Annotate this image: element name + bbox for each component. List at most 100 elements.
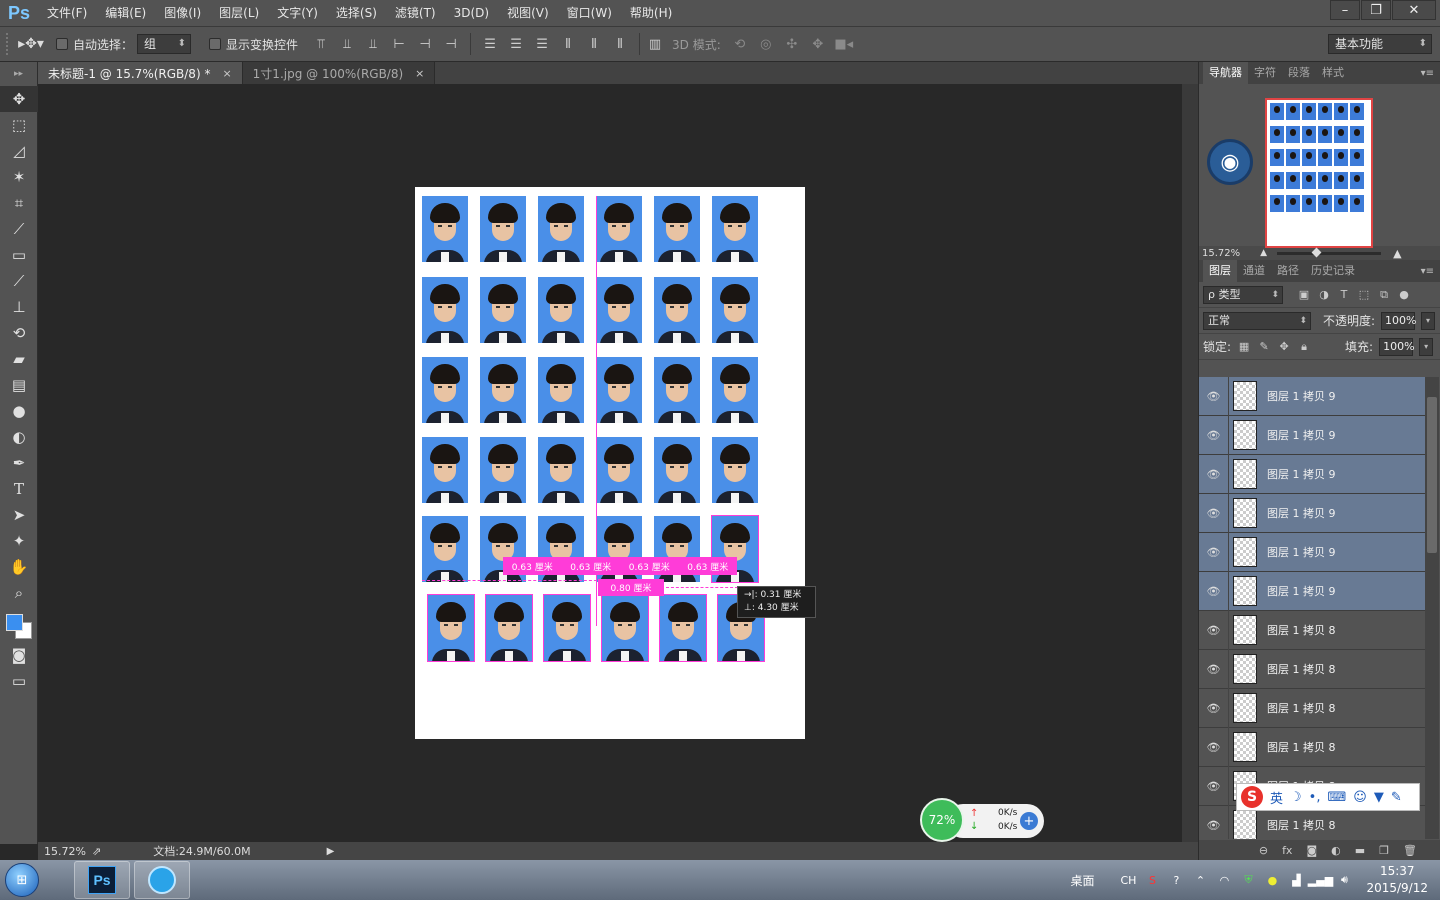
screen-mode-icon[interactable]: ▭ bbox=[0, 668, 38, 694]
id-photo-tile[interactable] bbox=[712, 437, 758, 503]
id-photo-tile[interactable] bbox=[596, 277, 642, 343]
marquee-tool-icon[interactable]: ⬚ bbox=[0, 112, 38, 138]
id-photo-tile[interactable] bbox=[427, 594, 475, 662]
distribute-left-icon[interactable]: ⫴ bbox=[559, 35, 577, 53]
skin-icon[interactable]: ▼ bbox=[1374, 790, 1384, 805]
id-photo-tile[interactable] bbox=[422, 277, 468, 343]
menu-3d[interactable]: 3D(D) bbox=[445, 0, 498, 27]
filter-toggle-icon[interactable]: ● bbox=[1397, 288, 1411, 302]
tray-expand-icon[interactable]: ⌃ bbox=[1192, 872, 1208, 888]
3d-pan-icon[interactable]: ✣ bbox=[783, 35, 801, 53]
show-transform-checkbox[interactable] bbox=[209, 38, 222, 50]
link-layers-icon[interactable]: ⊖ bbox=[1259, 844, 1268, 857]
layer-row[interactable]: 👁︎ 图层 1 拷贝 8 bbox=[1199, 649, 1425, 689]
app-tray-icon[interactable]: ● bbox=[1264, 872, 1280, 888]
clone-stamp-tool-icon[interactable]: ⊥ bbox=[0, 294, 38, 320]
visibility-eye-icon[interactable]: 👁︎ bbox=[1199, 727, 1229, 767]
layer-name[interactable]: 图层 1 拷贝 9 bbox=[1267, 388, 1336, 404]
layer-row[interactable]: 👁︎ 图层 1 拷贝 8 bbox=[1199, 688, 1425, 728]
magic-wand-tool-icon[interactable]: ✶ bbox=[0, 164, 38, 190]
visibility-eye-icon[interactable]: 👁︎ bbox=[1199, 766, 1229, 806]
id-photo-tile[interactable] bbox=[596, 196, 642, 262]
desktop-toolbar-label[interactable]: 桌面 bbox=[1070, 872, 1094, 889]
close-button[interactable]: ✕ bbox=[1392, 0, 1436, 20]
lock-transparency-icon[interactable]: ▦ bbox=[1237, 340, 1251, 354]
lock-all-icon[interactable]: 🔒︎ bbox=[1297, 340, 1311, 354]
distribute-right-icon[interactable]: ⫴ bbox=[611, 35, 629, 53]
layer-list[interactable]: 👁︎ 图层 1 拷贝 9 👁︎ 图层 1 拷贝 9 👁︎ 图层 1 拷贝 9 👁︎ 图层 1 … bbox=[1199, 377, 1425, 839]
slider-knob[interactable] bbox=[1311, 247, 1322, 257]
zoom-in-icon[interactable]: ▲ bbox=[1393, 247, 1401, 260]
adjustment-layer-icon[interactable]: ◐ bbox=[1331, 844, 1341, 857]
wifi-icon[interactable]: ◉ bbox=[1207, 139, 1253, 185]
blur-tool-icon[interactable]: ● bbox=[0, 398, 38, 424]
tab-navigator[interactable]: 导航器 bbox=[1203, 62, 1248, 84]
layers-scrollbar[interactable] bbox=[1425, 377, 1439, 839]
3d-roll-icon[interactable]: ◎ bbox=[757, 35, 775, 53]
id-photo-tile[interactable] bbox=[601, 594, 649, 662]
id-photo-tile[interactable] bbox=[480, 277, 526, 343]
align-left-icon[interactable]: ⊢ bbox=[390, 35, 408, 53]
new-layer-icon[interactable]: ❐ bbox=[1379, 844, 1389, 857]
ime-mode[interactable]: 英 bbox=[1270, 788, 1283, 807]
canvas-area[interactable] bbox=[38, 84, 1182, 842]
id-photo-tile[interactable] bbox=[654, 437, 700, 503]
id-photo-tile[interactable] bbox=[712, 357, 758, 423]
id-photo-tile[interactable] bbox=[422, 196, 468, 262]
opacity-dropdown-icon[interactable]: ▾ bbox=[1421, 311, 1436, 330]
panel-menu-icon[interactable]: ▾≡ bbox=[1421, 266, 1434, 277]
menu-select[interactable]: 选择(S) bbox=[327, 0, 386, 27]
network-icon[interactable]: ▟ bbox=[1288, 872, 1304, 888]
id-photo-tile[interactable] bbox=[422, 437, 468, 503]
id-photo-tile[interactable] bbox=[422, 516, 468, 582]
brush-tool-icon[interactable]: ⟋ bbox=[0, 268, 38, 294]
layer-name[interactable]: 图层 1 拷贝 9 bbox=[1267, 505, 1336, 521]
filter-type-icon[interactable]: T bbox=[1337, 288, 1351, 302]
status-zoom[interactable]: 15.72% bbox=[38, 845, 92, 858]
minimize-button[interactable]: – bbox=[1330, 0, 1360, 20]
opacity-input[interactable]: 100% bbox=[1381, 311, 1417, 330]
tab-close-icon[interactable]: × bbox=[222, 67, 231, 80]
layer-name[interactable]: 图层 1 拷贝 9 bbox=[1267, 583, 1336, 599]
align-hcenter-icon[interactable]: ⊣ bbox=[416, 35, 434, 53]
visibility-eye-icon[interactable]: 👁︎ bbox=[1199, 377, 1229, 416]
layer-row[interactable]: 👁︎ 图层 1 拷贝 9 bbox=[1199, 454, 1425, 494]
user-icon[interactable]: ☺ bbox=[1353, 790, 1367, 805]
auto-select-checkbox[interactable] bbox=[56, 38, 68, 50]
tab-paths[interactable]: 路径 bbox=[1271, 260, 1305, 282]
visibility-eye-icon[interactable]: 👁︎ bbox=[1199, 805, 1229, 839]
panel-menu-icon[interactable]: ▾≡ bbox=[1421, 68, 1434, 79]
delete-layer-icon[interactable]: 🗑︎ bbox=[1403, 844, 1417, 857]
security-icon[interactable]: ⛨ bbox=[1240, 872, 1256, 888]
start-button[interactable]: ⊞ bbox=[0, 860, 44, 900]
shape-tool-icon[interactable]: ✦ bbox=[0, 528, 38, 554]
tab-untitled-1[interactable]: 未标题-1 @ 15.7%(RGB/8) * × bbox=[38, 62, 243, 84]
filter-smart-object-icon[interactable]: ⧉ bbox=[1377, 288, 1391, 302]
visibility-eye-icon[interactable]: 👁︎ bbox=[1199, 649, 1229, 689]
menu-file[interactable]: 文件(F) bbox=[38, 0, 96, 27]
navigator-zoom-slider[interactable] bbox=[1277, 247, 1382, 257]
menu-help[interactable]: 帮助(H) bbox=[621, 0, 681, 27]
id-photo-tile[interactable] bbox=[654, 357, 700, 423]
layer-row[interactable]: 👁︎ 图层 1 拷贝 9 bbox=[1199, 415, 1425, 455]
navigator-preview[interactable] bbox=[1265, 98, 1373, 248]
keyboard-icon[interactable]: ⌨ bbox=[1327, 790, 1346, 805]
id-photo-tile[interactable] bbox=[538, 437, 584, 503]
id-photo-tile[interactable] bbox=[659, 594, 707, 662]
fill-dropdown-icon[interactable]: ▾ bbox=[1419, 337, 1434, 356]
layer-name[interactable]: 图层 1 拷贝 8 bbox=[1267, 817, 1336, 833]
layer-name[interactable]: 图层 1 拷贝 8 bbox=[1267, 661, 1336, 677]
tab-history[interactable]: 历史记录 bbox=[1305, 260, 1361, 282]
id-photo-tile[interactable] bbox=[543, 594, 591, 662]
id-photo-tile[interactable] bbox=[480, 196, 526, 262]
hand-tool-icon[interactable]: ✋ bbox=[0, 554, 38, 580]
lock-pixels-icon[interactable]: ✎ bbox=[1257, 340, 1271, 354]
align-top-icon[interactable]: ⫪ bbox=[312, 35, 330, 53]
path-selection-tool-icon[interactable]: ➤ bbox=[0, 502, 38, 528]
halfwidth-icon[interactable]: ☽ bbox=[1290, 790, 1302, 805]
distribute-hcenter-icon[interactable]: ⫴ bbox=[585, 35, 603, 53]
lock-position-icon[interactable]: ✥ bbox=[1277, 340, 1291, 354]
tab-styles[interactable]: 样式 bbox=[1316, 62, 1350, 84]
add-mask-icon[interactable]: ◙ bbox=[1306, 844, 1317, 857]
3d-scale-icon[interactable]: ■◂ bbox=[834, 35, 853, 53]
